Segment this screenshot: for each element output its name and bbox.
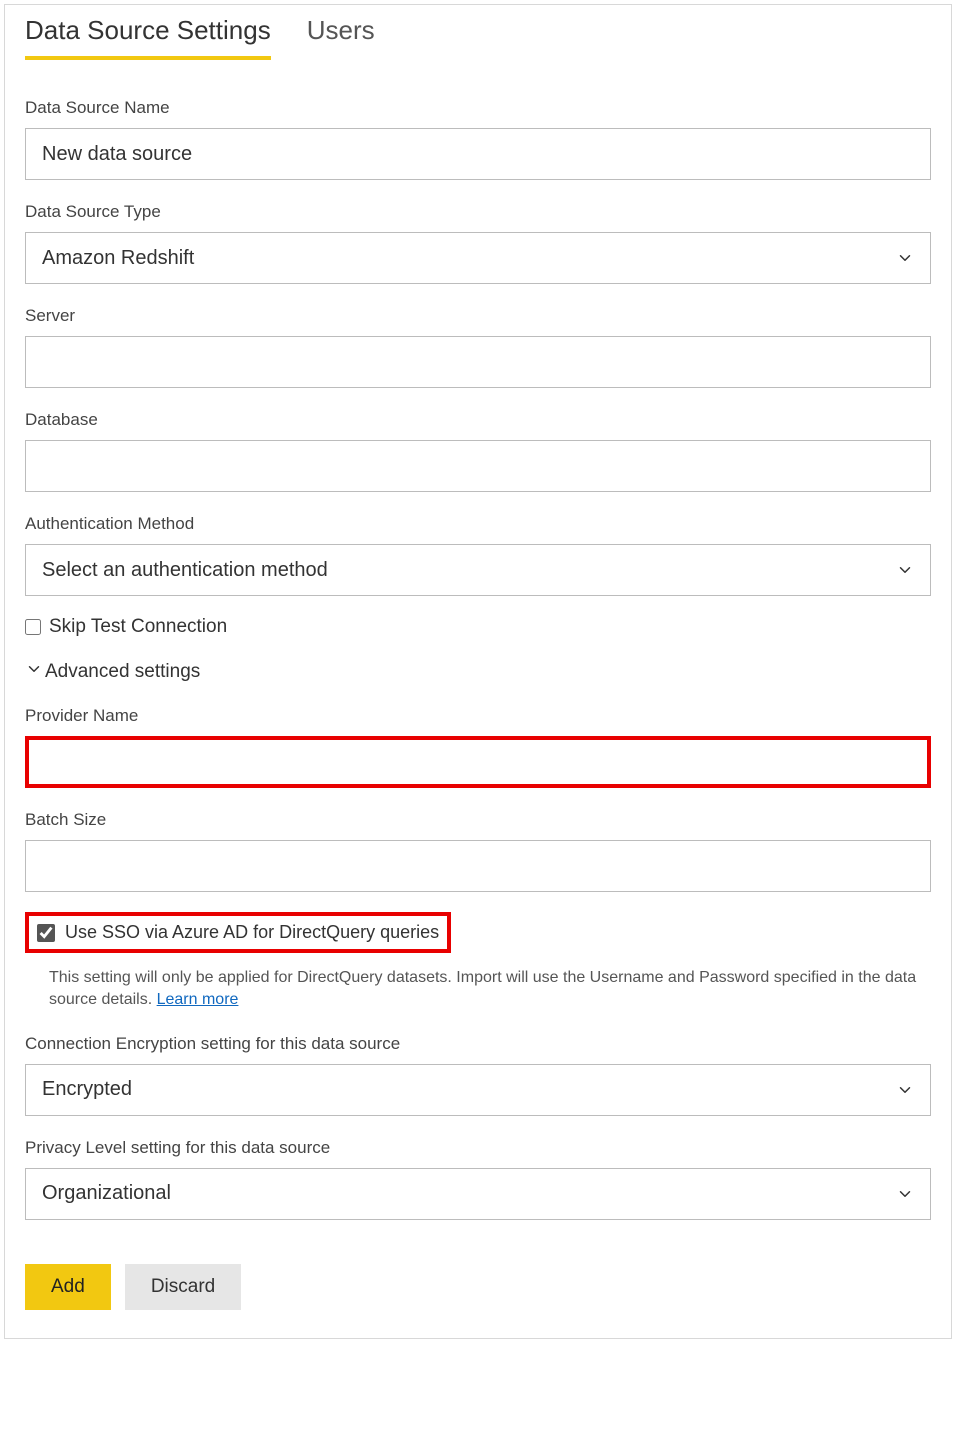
provider-name-label: Provider Name [25, 706, 931, 726]
sso-hint: This setting will only be applied for Di… [25, 967, 931, 1012]
privacy-select[interactable]: Organizational [25, 1168, 931, 1220]
data-source-type-value: Amazon Redshift [42, 247, 194, 270]
privacy-label: Privacy Level setting for this data sour… [25, 1138, 931, 1158]
provider-name-input[interactable] [25, 736, 931, 788]
chevron-down-icon [896, 1081, 914, 1099]
batch-size-label: Batch Size [25, 810, 931, 830]
discard-button[interactable]: Discard [125, 1264, 241, 1310]
conn-enc-select[interactable]: Encrypted [25, 1064, 931, 1116]
advanced-settings-label: Advanced settings [45, 661, 200, 683]
data-source-name-label: Data Source Name [25, 98, 931, 118]
data-source-panel: Data Source Settings Users Data Source N… [4, 4, 952, 1339]
data-source-type-label: Data Source Type [25, 202, 931, 222]
sso-label: Use SSO via Azure AD for DirectQuery que… [65, 922, 439, 943]
chevron-down-icon [896, 1185, 914, 1203]
sso-checkbox-row: Use SSO via Azure AD for DirectQuery que… [25, 912, 451, 953]
auth-method-label: Authentication Method [25, 514, 931, 534]
advanced-settings-toggle[interactable]: Advanced settings [25, 660, 931, 684]
tab-data-source-settings[interactable]: Data Source Settings [25, 15, 271, 60]
privacy-value: Organizational [42, 1182, 171, 1205]
tab-users[interactable]: Users [307, 15, 375, 60]
server-input[interactable] [25, 336, 931, 388]
batch-size-input[interactable] [25, 840, 931, 892]
conn-enc-label: Connection Encryption setting for this d… [25, 1034, 931, 1054]
data-source-type-select[interactable]: Amazon Redshift [25, 232, 931, 284]
add-button[interactable]: Add [25, 1264, 111, 1310]
learn-more-link[interactable]: Learn more [157, 991, 239, 1008]
conn-enc-value: Encrypted [42, 1078, 132, 1101]
chevron-down-icon [25, 660, 43, 684]
server-label: Server [25, 306, 931, 326]
skip-test-label: Skip Test Connection [49, 616, 227, 638]
auth-method-select[interactable]: Select an authentication method [25, 544, 931, 596]
sso-checkbox[interactable] [37, 924, 55, 942]
data-source-name-input[interactable] [25, 128, 931, 180]
chevron-down-icon [896, 249, 914, 267]
database-input[interactable] [25, 440, 931, 492]
auth-method-value: Select an authentication method [42, 559, 328, 582]
button-row: Add Discard [25, 1264, 931, 1310]
chevron-down-icon [896, 561, 914, 579]
database-label: Database [25, 410, 931, 430]
skip-test-row: Skip Test Connection [25, 616, 931, 638]
tab-bar: Data Source Settings Users [25, 5, 931, 60]
skip-test-checkbox[interactable] [25, 619, 41, 635]
